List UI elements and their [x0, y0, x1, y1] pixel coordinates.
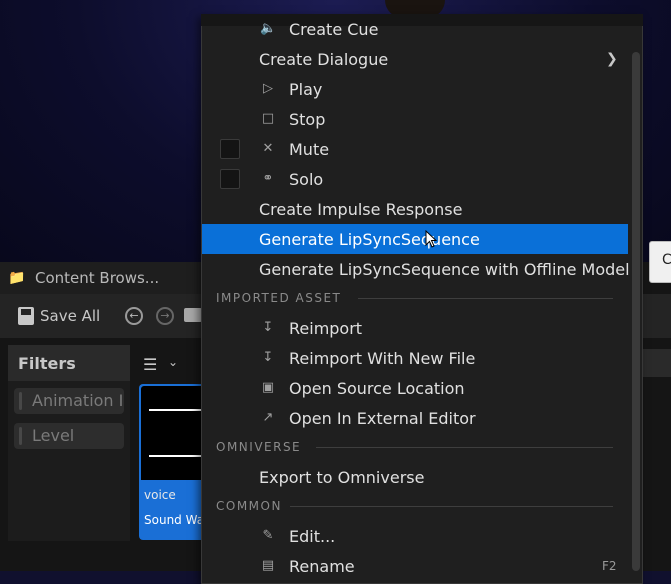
menu-item-play[interactable]: ▷ Play [202, 74, 628, 104]
chevron-right-icon: ❯ [606, 51, 618, 67]
filter-chip-level[interactable]: Level [14, 423, 124, 449]
reimport-file-icon: ↧ [262, 350, 274, 365]
reimport-icon: ↧ [262, 320, 274, 335]
content-browser-tab-label: Content Brows... [35, 269, 160, 287]
save-icon [18, 307, 34, 325]
menu-item-label: Generate LipSyncSequence [259, 229, 480, 249]
waveform-line-top [149, 409, 205, 411]
menu-item-label: Create Dialogue [259, 49, 389, 69]
menu-item-rename[interactable]: ▤ Rename F2 [202, 551, 628, 581]
mouse-cursor-icon [425, 230, 437, 248]
menu-item-create-cue[interactable]: 🔈 Create Cue [202, 14, 628, 44]
mute-icon: ✕ [262, 141, 274, 156]
mute-checkbox[interactable] [220, 139, 240, 159]
menu-item-generate-lipsync-offline[interactable]: Generate LipSyncSequence with Offline Mo… [202, 254, 630, 284]
play-icon: ▷ [263, 81, 273, 96]
menu-item-stop[interactable]: □ Stop [202, 104, 628, 134]
chevron-down-icon[interactable]: ⌄ [168, 355, 178, 369]
menu-item-label: Solo [289, 169, 324, 189]
menu-item-create-impulse-response[interactable]: Create Impulse Response [202, 194, 628, 224]
stop-icon: □ [261, 111, 275, 126]
content-area-header-strip [640, 349, 671, 377]
menu-item-label: Export to Omniverse [259, 467, 425, 487]
rename-icon: ▤ [261, 558, 275, 573]
menu-item-label: Create Cue [289, 19, 379, 39]
section-divider [290, 506, 613, 507]
save-all-button[interactable]: Save All [18, 303, 100, 329]
external-editor-icon: ↗ [262, 410, 274, 425]
section-header-imported-asset: IMPORTED ASSET [216, 291, 342, 305]
menu-item-create-dialogue[interactable]: Create Dialogue ❯ [202, 44, 628, 74]
asset-type-label: voice [144, 488, 176, 502]
menu-item-label: Play [289, 79, 323, 99]
waveform-line-bottom [149, 455, 205, 457]
menu-item-open-external-editor[interactable]: ↗ Open In External Editor [202, 403, 628, 433]
solo-checkbox[interactable] [220, 169, 240, 189]
filters-label: Filters [18, 354, 76, 373]
menu-item-label: Reimport [289, 318, 363, 338]
menu-item-label: Open Source Location [289, 378, 465, 398]
forward-arrow-icon[interactable]: → [156, 307, 174, 325]
pencil-icon: ✎ [262, 528, 274, 543]
menu-item-edit[interactable]: ✎ Edit... [202, 521, 628, 551]
menu-item-mute[interactable]: ✕ Mute [202, 134, 628, 164]
menu-item-open-source-location[interactable]: ▣ Open Source Location [202, 373, 628, 403]
section-divider [358, 298, 613, 299]
menu-item-label: Stop [289, 109, 326, 129]
menu-item-generate-lipsync[interactable]: Generate LipSyncSequence [202, 224, 628, 254]
headphones-icon: ⚭ [262, 171, 274, 186]
section-divider [316, 447, 613, 448]
menu-item-solo[interactable]: ⚭ Solo [202, 164, 628, 194]
folder-icon[interactable] [184, 308, 202, 322]
back-arrow-icon[interactable]: ← [125, 307, 143, 325]
filter-chip-animation[interactable]: Animation I [14, 388, 124, 414]
menu-item-reimport-new-file[interactable]: ↧ Reimport With New File [202, 343, 628, 373]
save-all-label: Save All [40, 307, 101, 325]
context-menu-scrollbar[interactable] [632, 52, 640, 571]
menu-item-label: Create Impulse Response [259, 199, 463, 219]
filter-sort-icon[interactable]: ☰ [143, 355, 157, 374]
menu-item-label: Mute [289, 139, 330, 159]
section-header-common: COMMON [216, 499, 282, 513]
tooltip-fragment: C [649, 241, 671, 283]
menu-item-label: Reimport With New File [289, 348, 476, 368]
menu-item-label: Open In External Editor [289, 408, 476, 428]
content-browser-icon: 📁 [8, 270, 26, 286]
menu-item-label: Generate LipSyncSequence with Offline Mo… [259, 259, 630, 279]
menu-item-export-omniverse[interactable]: Export to Omniverse [202, 462, 628, 492]
menu-item-label: Rename [289, 556, 355, 576]
menu-item-label: Edit... [289, 526, 336, 546]
speaker-icon: 🔈 [260, 21, 277, 36]
waveform-thumbnail [141, 386, 207, 480]
folder-open-icon: ▣ [261, 380, 275, 395]
section-header-omniverse: OMNIVERSE [216, 440, 302, 454]
menu-item-reimport[interactable]: ↧ Reimport [202, 313, 628, 343]
